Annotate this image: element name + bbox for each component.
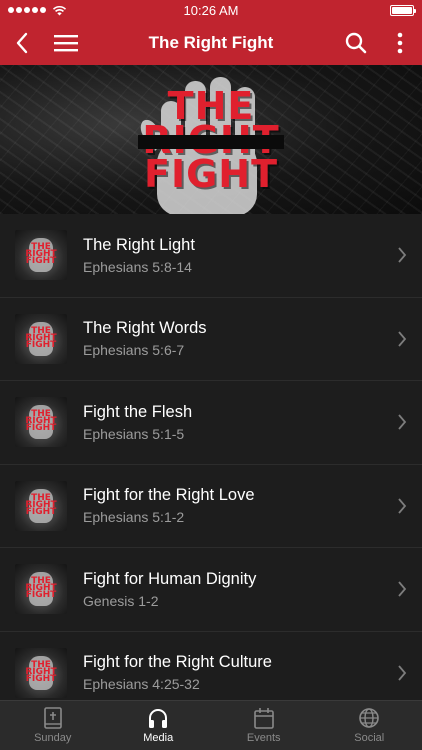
sermon-thumbnail: THE RIGHT FIGHT: [15, 397, 67, 448]
sermon-title: Fight the Flesh: [83, 402, 193, 421]
tab-label: Social: [354, 732, 385, 744]
more-vertical-icon: [397, 32, 403, 53]
more-options-button[interactable]: [378, 20, 422, 65]
tab-events[interactable]: Events: [211, 701, 317, 750]
list-item[interactable]: THE RIGHT FIGHT The Right Words Ephesian…: [0, 298, 422, 381]
sermon-passage: Ephesians 5:8-14: [83, 258, 192, 275]
battery-icon: [390, 4, 416, 16]
chevron-right-icon: [382, 413, 422, 431]
sermon-thumbnail: THE RIGHT FIGHT: [15, 230, 67, 281]
sermon-list: THE RIGHT FIGHT The Right Light Ephesian…: [0, 214, 422, 700]
cell-signal-icon: [8, 7, 46, 13]
sermon-thumbnail: THE RIGHT FIGHT: [15, 480, 67, 531]
sermon-title: The Right Light: [83, 235, 195, 254]
tab-label: Media: [143, 732, 174, 744]
tab-media[interactable]: Media: [106, 701, 212, 750]
bible-icon: [43, 707, 62, 729]
signal-indicator: [8, 5, 67, 16]
list-item[interactable]: THE RIGHT FIGHT Fight for Human Dignity …: [0, 548, 422, 632]
chevron-left-icon: [16, 32, 28, 53]
chevron-right-icon: [382, 246, 422, 264]
back-button[interactable]: [0, 20, 44, 65]
sermon-thumbnail: THE RIGHT FIGHT: [15, 647, 67, 698]
search-button[interactable]: [334, 20, 378, 65]
hamburger-menu-icon: [54, 34, 78, 51]
list-item[interactable]: THE RIGHT FIGHT The Right Light Ephesian…: [0, 214, 422, 298]
sermon-title: Fight for Human Dignity: [83, 569, 257, 588]
sermon-thumbnail: THE RIGHT FIGHT: [15, 313, 67, 364]
search-icon: [345, 32, 367, 53]
tab-social[interactable]: Social: [317, 701, 422, 750]
tab-sunday[interactable]: Sunday: [0, 701, 106, 750]
chevron-right-icon: [382, 330, 422, 348]
tab-label: Events: [246, 732, 281, 744]
series-logo-text: THE RIGHT FIGHT: [0, 87, 422, 196]
list-item[interactable]: THE RIGHT FIGHT Fight for the Right Love…: [0, 465, 422, 548]
logo-line-3: FIGHT: [143, 152, 278, 196]
tab-label: Sunday: [34, 732, 72, 744]
series-banner: THE RIGHT FIGHT: [0, 65, 422, 214]
sermon-title: Fight for the Right Love: [83, 486, 255, 505]
tab-bar: Sunday Media Events Social: [0, 700, 422, 750]
status-bar: 10:26 AM: [0, 0, 422, 20]
sermon-passage: Ephesians 5:1-2: [83, 509, 185, 526]
globe-icon: [359, 708, 380, 728]
list-item[interactable]: THE RIGHT FIGHT Fight the Flesh Ephesian…: [0, 381, 422, 465]
sermon-title: Fight for the Right Culture: [83, 653, 272, 672]
headphones-icon: [149, 709, 168, 728]
sermon-passage: Genesis 1-2: [83, 592, 159, 609]
list-item[interactable]: THE RIGHT FIGHT Fight for the Right Cult…: [0, 632, 422, 701]
chevron-right-icon: [382, 664, 422, 682]
calendar-icon: [253, 708, 274, 729]
sermon-thumbnail: THE RIGHT FIGHT: [15, 564, 67, 615]
wifi-icon: [52, 5, 67, 15]
sermon-passage: Ephesians 4:25-32: [83, 676, 200, 693]
sermon-passage: Ephesians 5:1-5: [83, 425, 185, 442]
menu-button[interactable]: [44, 20, 88, 65]
logo-line-2: RIGHT: [138, 121, 284, 159]
chevron-right-icon: [382, 580, 422, 598]
navigation-bar: The Right Fight: [0, 20, 422, 65]
chevron-right-icon: [382, 497, 422, 515]
sermon-title: The Right Words: [83, 319, 207, 338]
sermon-passage: Ephesians 5:6-7: [83, 342, 185, 359]
